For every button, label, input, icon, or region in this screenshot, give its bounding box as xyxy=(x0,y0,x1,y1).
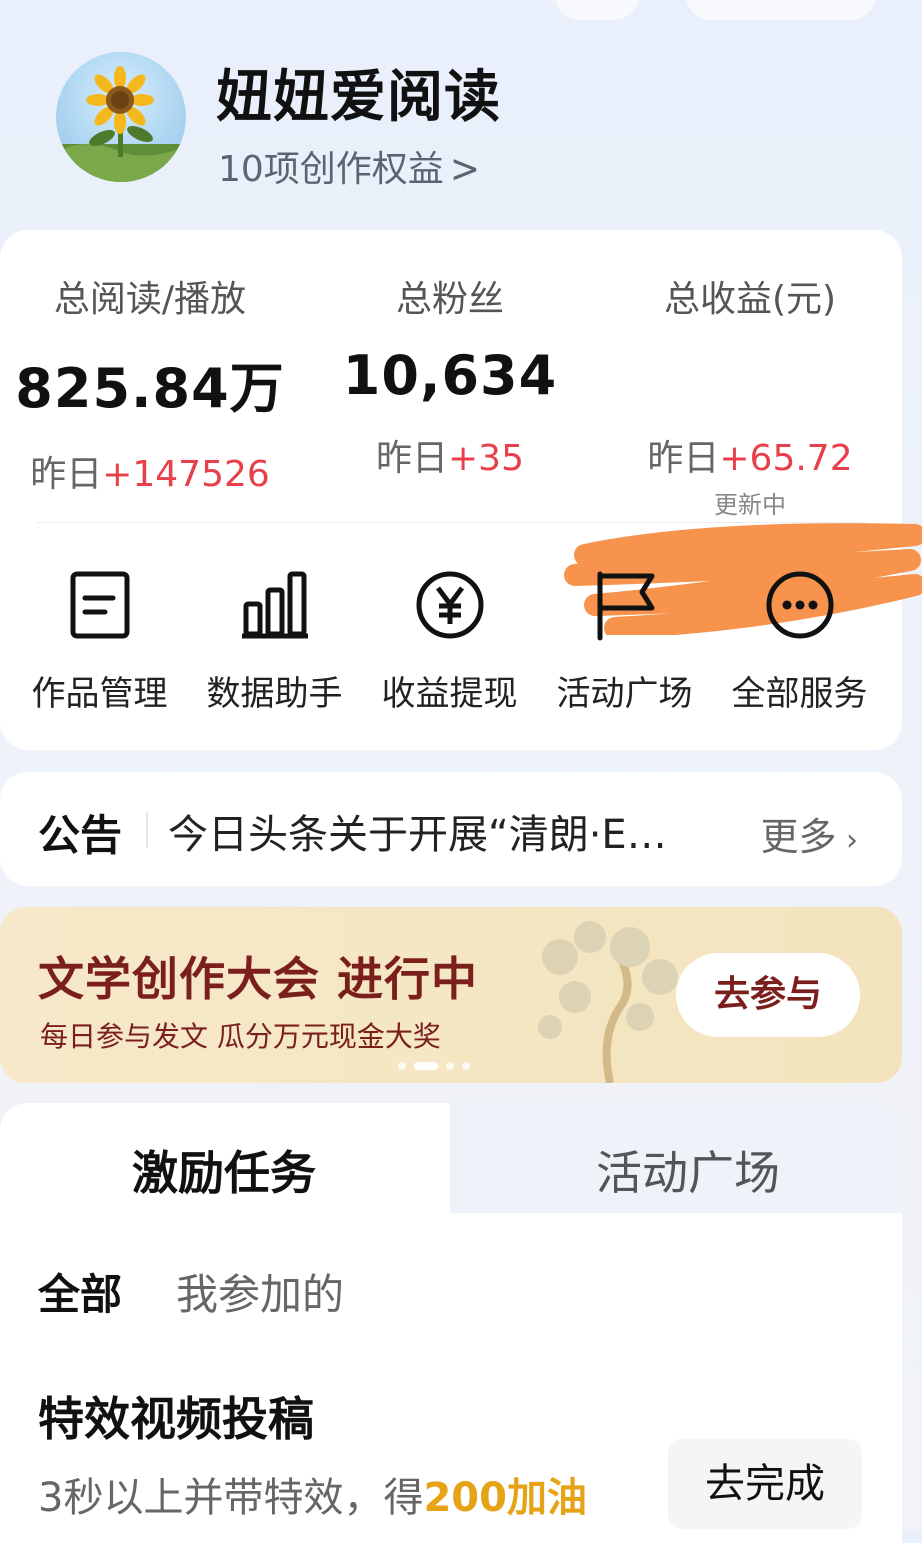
announcement-more-link[interactable]: 更多 › xyxy=(760,806,858,861)
complete-task-button[interactable]: 去完成 xyxy=(668,1439,862,1529)
service-all-services[interactable]: 全部服务 xyxy=(712,568,887,715)
service-grid: 作品管理 数据助手 收益提现 活动广场 全部服务 xyxy=(0,568,902,718)
sunflower-avatar-image xyxy=(56,66,186,182)
join-button[interactable]: 去参与 xyxy=(676,953,860,1037)
announcement-bar[interactable]: 公告 今日头条关于开展“清朗·E… 更多 › xyxy=(0,772,902,886)
service-label: 数据助手 xyxy=(206,674,343,714)
top-pill-left xyxy=(555,0,639,20)
service-label: 活动广场 xyxy=(556,674,693,714)
announcement-text[interactable]: 今日头条关于开展“清朗·E… xyxy=(168,802,667,860)
service-activity-square[interactable]: 活动广场 xyxy=(537,568,712,715)
flag-icon xyxy=(597,571,654,641)
yen-circle-icon xyxy=(416,571,483,639)
chevron-right-icon: > xyxy=(449,146,480,193)
stat-label: 总粉丝 xyxy=(395,279,504,320)
service-income-withdraw[interactable]: 收益提现 xyxy=(362,568,537,715)
tab-activity-square[interactable]: 活动广场 xyxy=(596,1137,780,1203)
carousel-dot[interactable] xyxy=(398,1062,406,1070)
service-works-management[interactable]: 作品管理 xyxy=(12,568,187,715)
divider xyxy=(36,522,866,523)
stat-value: 10,634 xyxy=(342,344,558,407)
top-pill-right xyxy=(686,0,876,20)
updating-note: 更新中 xyxy=(714,491,786,519)
stats-card: 总阅读/播放 825.84万 昨日+147526 总粉丝 10,634 昨日+3… xyxy=(0,230,922,750)
creator-rights-link[interactable]: 10项创作权益 > xyxy=(218,140,480,192)
avatar[interactable] xyxy=(56,52,186,182)
task-reward: 200加油 xyxy=(423,1475,587,1521)
more-dots-icon xyxy=(766,571,833,639)
stat-total-fans[interactable]: 总粉丝 10,634 昨日+35 xyxy=(300,270,600,481)
service-label: 作品管理 xyxy=(31,674,168,714)
stat-delta-prefix: 昨日 xyxy=(30,454,103,495)
stat-value: 825.84万 xyxy=(15,357,285,420)
stat-delta-prefix: 昨日 xyxy=(376,438,449,479)
carousel-indicator xyxy=(398,1062,470,1070)
service-label: 收益提现 xyxy=(381,674,518,714)
carousel-dot[interactable] xyxy=(446,1062,454,1070)
stat-delta-value: +147526 xyxy=(102,454,270,495)
stat-value-redacted xyxy=(600,344,900,407)
tasks-panel: 激励任务 活动广场 全部 我参加的 特效视频投稿 3秒以上并带特效，得200加油… xyxy=(0,1103,902,1543)
banner-subtitle: 每日参与发文 瓜分万元现金大奖 xyxy=(40,1020,441,1053)
task-description: 3秒以上并带特效，得200加油 xyxy=(38,1465,587,1523)
stat-delta: 昨日+147526 xyxy=(0,445,300,497)
more-label: 更多 xyxy=(760,815,837,859)
username: 妞妞爱阅读 xyxy=(216,65,501,130)
document-icon xyxy=(70,571,129,639)
service-label: 全部服务 xyxy=(731,674,868,714)
service-data-assistant[interactable]: 数据助手 xyxy=(187,568,362,715)
stat-delta-value: +35 xyxy=(448,438,524,479)
stat-label: 总阅读/播放 xyxy=(53,279,247,320)
task-desc-text: 3秒以上并带特效，得 xyxy=(38,1475,424,1521)
tab-incentive-tasks[interactable]: 激励任务 xyxy=(132,1137,316,1203)
announcement-title: 公告 xyxy=(38,811,123,860)
stat-label: 总收益(元) xyxy=(663,279,837,320)
filter-all[interactable]: 全部 xyxy=(38,1261,122,1322)
task-title: 特效视频投稿 xyxy=(38,1392,314,1446)
pine-tree-illustration xyxy=(538,921,678,1083)
stat-total-income[interactable]: 总收益(元) 昨日+65.72 更新中 xyxy=(600,270,900,520)
announcement-separator xyxy=(146,812,148,848)
bar-chart-icon xyxy=(241,571,308,639)
carousel-dot-active[interactable] xyxy=(414,1062,438,1070)
stat-delta-value: +65.72 xyxy=(719,438,853,479)
filter-joined[interactable]: 我参加的 xyxy=(176,1261,344,1322)
creator-rights-text: 10项创作权益 xyxy=(218,149,444,190)
promo-banner[interactable]: 文学创作大会 进行中 每日参与发文 瓜分万元现金大奖 去参与 xyxy=(0,907,902,1083)
chevron-right-icon: › xyxy=(836,823,858,858)
carousel-dot[interactable] xyxy=(462,1062,470,1070)
stat-delta: 昨日+65.72 xyxy=(600,429,900,481)
stat-total-reads[interactable]: 总阅读/播放 825.84万 昨日+147526 xyxy=(0,270,300,497)
banner-title: 文学创作大会 进行中 xyxy=(38,952,479,1006)
stat-delta-prefix: 昨日 xyxy=(647,438,720,479)
stat-delta: 昨日+35 xyxy=(300,429,600,481)
